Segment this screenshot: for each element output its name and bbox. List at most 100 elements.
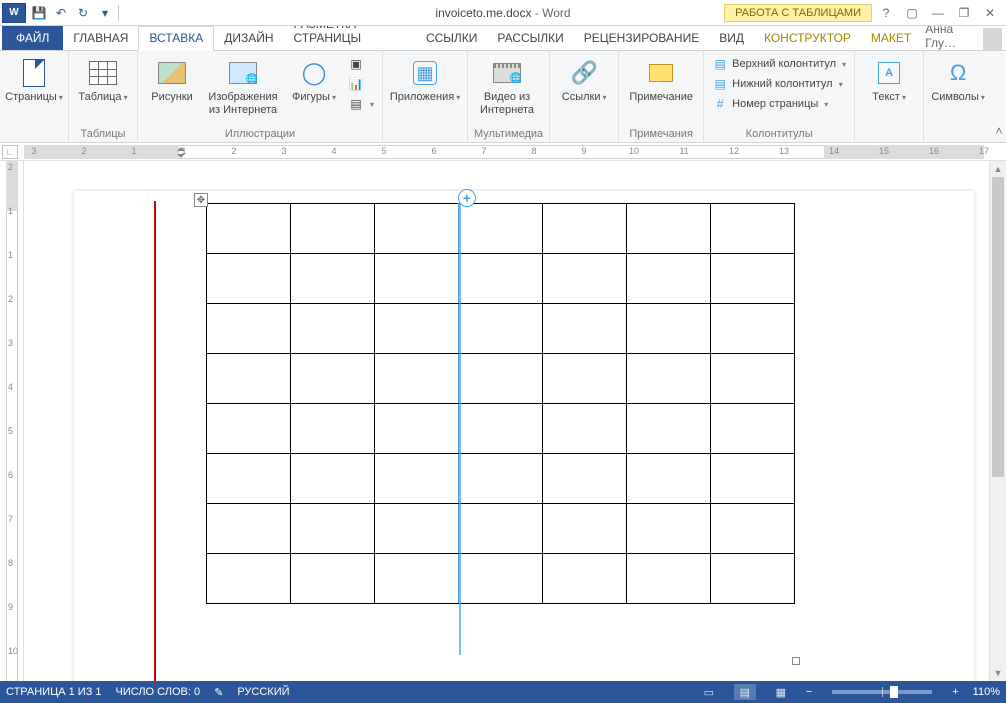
qat-more-icon[interactable]: ▾	[96, 4, 114, 22]
table-cell[interactable]	[711, 354, 795, 404]
table-cell[interactable]	[543, 204, 627, 254]
table-cell[interactable]	[459, 354, 543, 404]
comment-button[interactable]: Примечание	[625, 55, 697, 104]
zoom-level[interactable]: 110%	[973, 686, 1000, 698]
table-cell[interactable]	[291, 254, 375, 304]
table-cell[interactable]	[627, 454, 711, 504]
table-cell[interactable]	[207, 454, 291, 504]
status-page[interactable]: СТРАНИЦА 1 ИЗ 1	[6, 686, 102, 698]
view-print-layout[interactable]: ▤	[734, 684, 756, 700]
table-cell[interactable]	[459, 304, 543, 354]
table-cell[interactable]	[375, 554, 459, 604]
horizontal-ruler[interactable]: ∟ 3211234567891011121314151617	[0, 143, 1006, 161]
table-cell[interactable]	[207, 354, 291, 404]
tab-вставка[interactable]: ВСТАВКА	[138, 26, 214, 51]
tab-конструктор[interactable]: КОНСТРУКТОР	[754, 27, 861, 50]
document-canvas[interactable]: ✥ +	[24, 161, 989, 681]
table-cell[interactable]	[711, 304, 795, 354]
table-cell[interactable]	[375, 254, 459, 304]
table-cell[interactable]	[711, 254, 795, 304]
table-cell[interactable]	[627, 254, 711, 304]
table-cell[interactable]	[711, 454, 795, 504]
table-cell[interactable]	[543, 304, 627, 354]
tab-file[interactable]: ФАЙЛ	[2, 26, 63, 50]
table-cell[interactable]	[543, 554, 627, 604]
view-read-mode[interactable]: ▭	[698, 684, 720, 700]
vertical-scrollbar[interactable]: ▲ ▼	[989, 161, 1006, 681]
insert-column-button[interactable]: +	[458, 189, 476, 207]
table-cell[interactable]	[207, 204, 291, 254]
ribbon-display-options[interactable]: ▢	[900, 3, 924, 23]
table-cell[interactable]	[459, 204, 543, 254]
tab-дизайн[interactable]: ДИЗАЙН	[214, 27, 283, 50]
table-cell[interactable]	[543, 454, 627, 504]
scroll-down-icon[interactable]: ▼	[990, 665, 1006, 681]
scrollbar-thumb[interactable]	[992, 177, 1004, 477]
table-cell[interactable]	[375, 504, 459, 554]
table-cell[interactable]	[207, 504, 291, 554]
zoom-out-button[interactable]: −	[806, 686, 812, 698]
table-move-handle[interactable]: ✥	[194, 193, 208, 207]
text-button[interactable]: A Текст	[861, 55, 917, 104]
status-word-count[interactable]: ЧИСЛО СЛОВ: 0	[116, 686, 201, 698]
table-cell[interactable]	[207, 304, 291, 354]
table-cell[interactable]	[375, 204, 459, 254]
vertical-ruler[interactable]: 2112345678910	[0, 161, 24, 681]
pages-button[interactable]: Страницы	[6, 55, 62, 104]
tab-selector[interactable]: ∟	[2, 145, 18, 159]
view-web-layout[interactable]: ▦	[770, 684, 792, 700]
table-cell[interactable]	[291, 454, 375, 504]
table-cell[interactable]	[627, 304, 711, 354]
table-cell[interactable]	[291, 204, 375, 254]
shapes-button[interactable]: ◯ Фигуры	[286, 55, 342, 104]
table-cell[interactable]	[627, 554, 711, 604]
table-cell[interactable]	[375, 354, 459, 404]
table-cell[interactable]	[459, 454, 543, 504]
table-resize-handle[interactable]	[792, 657, 800, 665]
table-cell[interactable]	[291, 554, 375, 604]
table-cell[interactable]	[207, 254, 291, 304]
table-cell[interactable]	[291, 304, 375, 354]
table-cell[interactable]	[291, 404, 375, 454]
restore-button[interactable]: ❐	[952, 3, 976, 23]
status-language[interactable]: РУССКИЙ	[237, 686, 289, 698]
zoom-in-button[interactable]: +	[952, 686, 958, 698]
user-avatar[interactable]	[983, 28, 1002, 50]
table-cell[interactable]	[711, 504, 795, 554]
tab-рассылки[interactable]: РАССЫЛКИ	[487, 27, 573, 50]
online-pictures-button[interactable]: Изображения из Интернета	[204, 55, 282, 116]
table-cell[interactable]	[291, 354, 375, 404]
smartart-button[interactable]: ▣	[346, 55, 376, 73]
table-cell[interactable]	[375, 404, 459, 454]
table-cell[interactable]	[543, 404, 627, 454]
zoom-slider[interactable]	[832, 690, 932, 694]
header-button[interactable]: ▤Верхний колонтитул	[710, 55, 848, 73]
footer-button[interactable]: ▤Нижний колонтитул	[710, 75, 848, 93]
symbols-button[interactable]: Ω Символы	[930, 55, 986, 104]
zoom-slider-thumb[interactable]	[890, 686, 898, 698]
collapse-ribbon-button[interactable]: ˄	[992, 51, 1006, 142]
table-cell[interactable]	[459, 554, 543, 604]
table-cell[interactable]	[459, 504, 543, 554]
redo-icon[interactable]: ↻	[74, 4, 92, 22]
table-button[interactable]: Таблица	[75, 55, 131, 104]
table-cell[interactable]	[543, 354, 627, 404]
table-cell[interactable]	[459, 254, 543, 304]
table-cell[interactable]	[711, 404, 795, 454]
user-name[interactable]: Анна Глу…	[921, 22, 981, 50]
table-cell[interactable]	[375, 454, 459, 504]
document-table[interactable]	[206, 203, 795, 604]
tab-главная[interactable]: ГЛАВНАЯ	[63, 27, 138, 50]
links-button[interactable]: 🔗 Ссылки	[556, 55, 612, 104]
table-cell[interactable]	[627, 354, 711, 404]
pictures-button[interactable]: Рисунки	[144, 55, 200, 104]
table-cell[interactable]	[627, 504, 711, 554]
page-number-button[interactable]: #Номер страницы	[710, 95, 848, 113]
apps-button[interactable]: ▦ Приложения	[389, 55, 461, 104]
table-cell[interactable]	[207, 404, 291, 454]
screenshot-button[interactable]: ▤	[346, 95, 376, 113]
scroll-up-icon[interactable]: ▲	[990, 161, 1006, 177]
table-cell[interactable]	[543, 504, 627, 554]
table-cell[interactable]	[543, 254, 627, 304]
table-cell[interactable]	[291, 504, 375, 554]
